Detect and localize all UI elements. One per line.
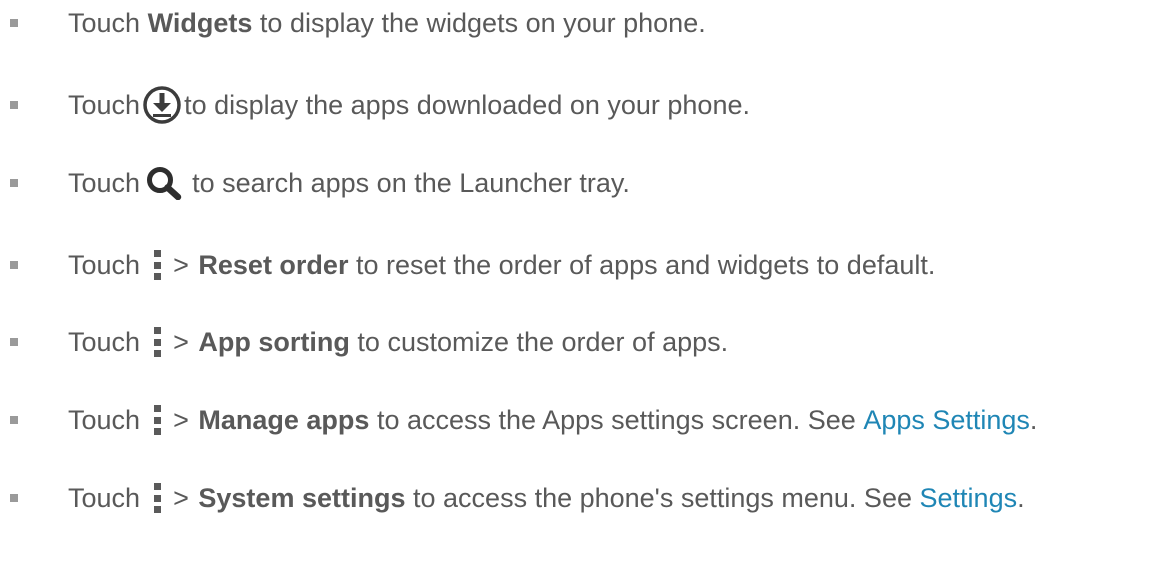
menu-dots-icon <box>154 327 162 357</box>
bullet <box>10 179 18 187</box>
item-text: Touch > Manage apps to access the Apps s… <box>68 405 1037 436</box>
item-text: Touch to display the apps downloaded on … <box>68 85 750 125</box>
arrow-separator: > <box>173 249 189 280</box>
menu-option-label: App sorting <box>198 326 350 357</box>
touch-word: Touch <box>68 404 141 435</box>
item-description: to display the apps downloaded on your p… <box>184 89 750 120</box>
bullet <box>10 19 18 27</box>
menu-dots-icon <box>154 405 162 435</box>
item-text: Touch Widgets to display the widgets on … <box>68 8 706 39</box>
touch-word: Touch <box>68 249 141 280</box>
menu-option-label: System settings <box>198 482 406 513</box>
bullet <box>10 261 18 269</box>
item-description: to access the phone's settings menu. See <box>413 482 912 513</box>
arrow-separator: > <box>173 404 189 435</box>
menu-dots-icon <box>154 250 162 280</box>
bullet <box>10 494 18 502</box>
touch-word: Touch <box>68 89 141 120</box>
touch-word: Touch <box>68 482 141 513</box>
item-text: Touch > App sorting to customize the ord… <box>68 327 728 358</box>
period: . <box>1017 482 1025 513</box>
menu-option-label: Reset order <box>198 249 349 280</box>
widgets-label: Widgets <box>147 7 253 38</box>
item-description: to access the Apps settings screen. See <box>376 404 856 435</box>
item-description: to reset the order of apps and widgets t… <box>356 249 936 280</box>
settings-link[interactable]: Settings <box>920 483 1018 514</box>
apps-settings-link[interactable]: Apps Settings <box>863 405 1030 436</box>
item-description: to customize the order of apps. <box>357 326 729 357</box>
arrow-separator: > <box>173 326 189 357</box>
menu-dots-icon <box>154 483 162 513</box>
menu-option-label: Manage apps <box>198 404 370 435</box>
bullet <box>10 338 18 346</box>
touch-word: Touch <box>68 7 141 38</box>
item-description: to display the widgets on your phone. <box>259 7 706 38</box>
touch-word: Touch <box>68 326 141 357</box>
item-text: Touch to search apps on the Launcher tra… <box>68 166 630 200</box>
period: . <box>1029 404 1038 435</box>
item-text: Touch > Reset order to reset the order o… <box>68 250 935 281</box>
arrow-separator: > <box>173 482 189 513</box>
item-text: Touch > System settings to access the ph… <box>68 483 1025 514</box>
touch-word: Touch <box>68 167 141 198</box>
search-icon <box>146 166 182 200</box>
bullet <box>10 101 18 109</box>
download-circle-icon <box>142 85 182 125</box>
item-description: to search apps on the Launcher tray. <box>192 167 630 198</box>
bullet <box>10 416 18 424</box>
